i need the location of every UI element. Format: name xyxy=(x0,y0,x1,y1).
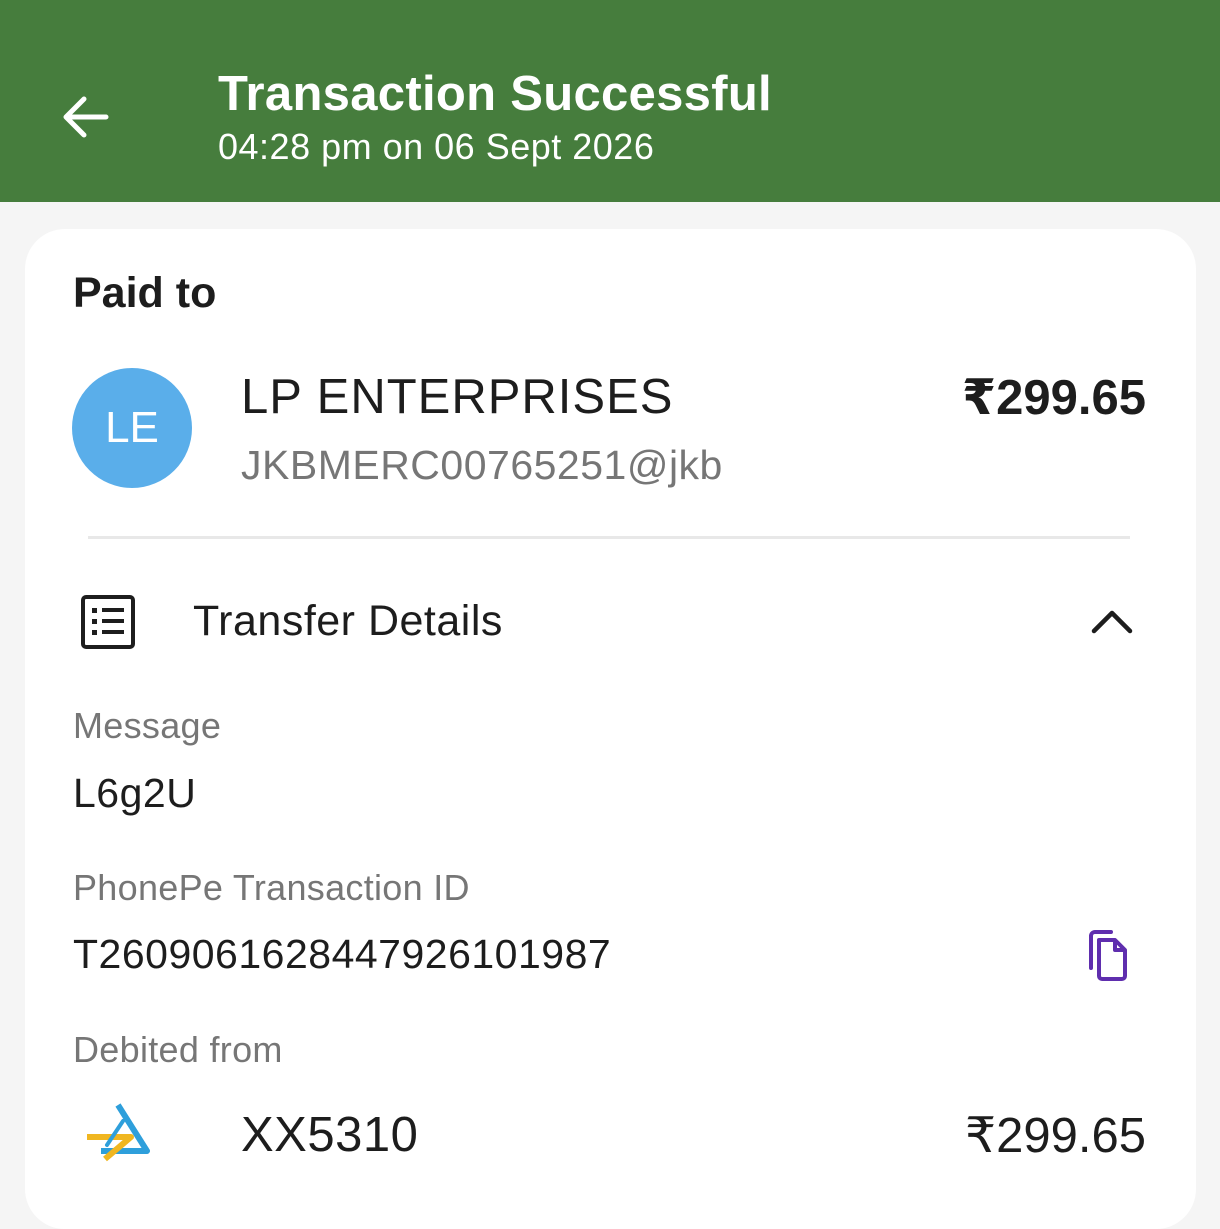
debited-from-label: Debited from xyxy=(73,1029,283,1070)
transaction-timestamp: 04:28 pm on 06 Sept 2026 xyxy=(218,126,655,167)
back-button[interactable] xyxy=(52,85,116,149)
message-label: Message xyxy=(73,705,222,746)
avatar-initials: LE xyxy=(105,403,159,452)
paid-amount: ₹299.65 xyxy=(962,371,1146,425)
transaction-id-label: PhonePe Transaction ID xyxy=(73,867,470,908)
receipt-list-icon xyxy=(81,595,135,649)
transaction-card: Paid to LE LP ENTERPRISES JKBMERC0076525… xyxy=(25,229,1196,1229)
paid-to-label: Paid to xyxy=(73,269,217,317)
payee-avatar: LE xyxy=(72,368,192,488)
chevron-up-icon[interactable] xyxy=(1088,601,1136,641)
account-number: XX5310 xyxy=(241,1108,419,1162)
payee-name: LP ENTERPRISES xyxy=(241,370,674,424)
page-title: Transaction Successful xyxy=(218,67,772,121)
copy-transaction-id-button[interactable] xyxy=(1081,928,1131,982)
app-header: Transaction Successful 04:28 pm on 06 Se… xyxy=(0,0,1220,202)
transfer-details-title: Transfer Details xyxy=(193,597,503,645)
payee-vpa: JKBMERC00765251@jkb xyxy=(241,442,723,488)
transaction-id-value: T2609061628447926101987 xyxy=(73,931,612,977)
bank-logo-icon xyxy=(87,1103,150,1162)
debited-amount: ₹299.65 xyxy=(964,1109,1146,1163)
arrow-left-icon xyxy=(63,96,109,138)
divider xyxy=(88,536,1130,539)
copy-icon xyxy=(1089,930,1127,981)
transfer-details-header[interactable]: Transfer Details xyxy=(25,579,1196,665)
message-value: L6g2U xyxy=(73,770,197,816)
